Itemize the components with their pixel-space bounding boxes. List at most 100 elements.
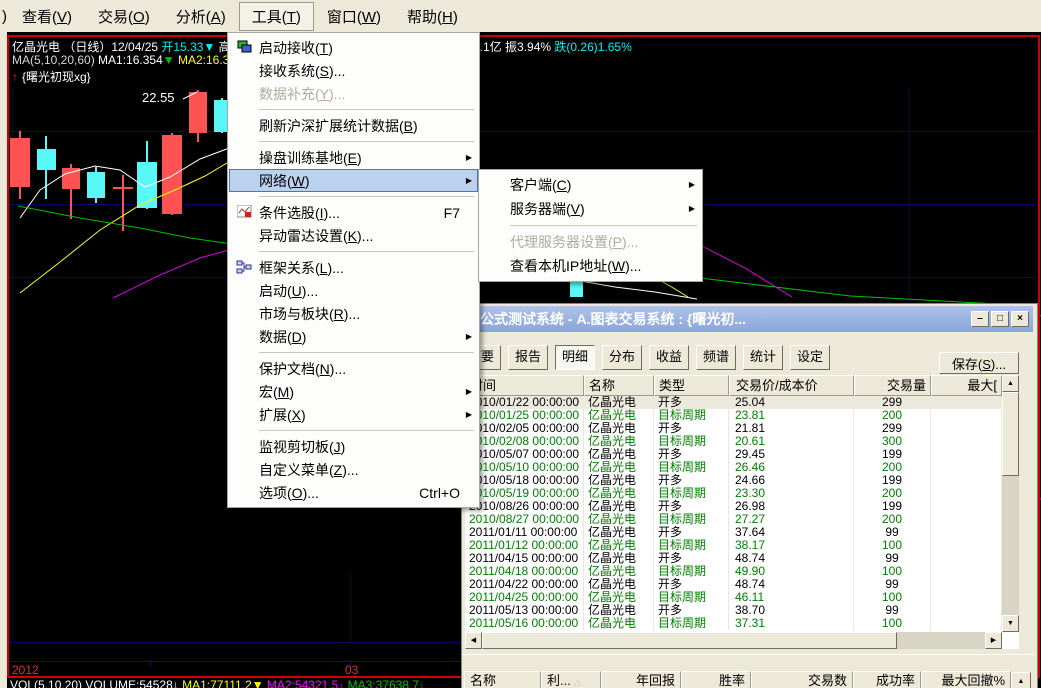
menu-item[interactable]: 保护文档(N)...: [229, 357, 478, 380]
menu-item[interactable]: 查看本机IP地址(W)...: [480, 254, 701, 278]
table-body: 2010/01/22 00:00:00亿晶光电开多25.042992010/01…: [465, 396, 1002, 632]
h-scrollbar-thumb[interactable]: [482, 632, 897, 649]
summary-column-header[interactable]: 最大回撤%: [921, 671, 1011, 688]
tab-报告[interactable]: 报告: [508, 345, 548, 370]
menu-item[interactable]: 接收系统(S)...: [229, 59, 478, 82]
menu-item[interactable]: 监视剪切板(J): [229, 435, 478, 458]
table-row[interactable]: 2011/04/22 00:00:00亿晶光电开多48.7499: [465, 578, 1002, 591]
menu-item[interactable]: 异动雷达设置(K)...: [229, 224, 478, 247]
dialog-titlebar[interactable]: 公式测试系统 - A.图表交易系统 : {曙光初... – □ ×: [464, 306, 1033, 332]
h-scrollbar-track[interactable]: [897, 632, 985, 649]
menu-item[interactable]: 宏(M)▶: [229, 380, 478, 403]
menu-item[interactable]: 客户端(C)▶: [480, 173, 701, 197]
menubar-item-partial[interactable]: ): [0, 4, 9, 29]
table-cell: 37.31: [729, 617, 854, 630]
menu-item[interactable]: 自定义菜单(Z)...: [229, 458, 478, 481]
menu-item[interactable]: 条件选股(I)...F7: [229, 201, 478, 224]
menu-item-label: 自定义菜单(Z)...: [259, 460, 359, 480]
submenu-arrow-icon: ▶: [689, 180, 695, 189]
table-row[interactable]: 2010/05/19 00:00:00亿晶光电目标周期23.30200: [465, 487, 1002, 500]
tab-分布[interactable]: 分布: [602, 345, 642, 370]
table-row[interactable]: 2011/01/11 00:00:00亿晶光电开多37.6499: [465, 526, 1002, 539]
horizontal-scrollbar[interactable]: ◀ ▶: [465, 632, 1002, 649]
table-cell: 26.46: [729, 461, 854, 474]
table-cell: 99: [854, 604, 931, 617]
table-cell: 99: [854, 578, 931, 591]
summary-column-header[interactable]: 年回报: [601, 671, 681, 688]
minimize-button[interactable]: –: [971, 311, 989, 327]
scroll-down-button[interactable]: ▼: [1002, 615, 1019, 632]
menu-item[interactable]: 刷新沪深扩展统计数据(B): [229, 114, 478, 137]
ma-line: [20, 160, 232, 293]
close-button[interactable]: ×: [1011, 311, 1029, 327]
column-header[interactable]: 名称: [584, 375, 654, 396]
tab-明细[interactable]: 明细: [555, 345, 595, 370]
blank-icon: [229, 150, 259, 166]
menu-item[interactable]: 启动接收(T): [229, 36, 478, 59]
menubar-item[interactable]: 窗口(W): [314, 2, 394, 31]
table-cell: 2010/08/27 00:00:00: [465, 513, 584, 526]
blank-icon: [480, 258, 510, 274]
summary-scroll-up-button[interactable]: ▲: [1011, 672, 1031, 688]
table-cell: 100: [854, 565, 931, 578]
table-row[interactable]: 2010/08/27 00:00:00亿晶光电目标周期27.27200: [465, 513, 1002, 526]
table-row[interactable]: 2011/04/15 00:00:00亿晶光电开多48.7499: [465, 552, 1002, 565]
menu-item[interactable]: 操盘训练基地(E)▶: [229, 146, 478, 169]
table-row[interactable]: 2010/05/18 00:00:00亿晶光电开多24.66199: [465, 474, 1002, 487]
scroll-up-button[interactable]: ▲: [1002, 375, 1019, 392]
table-row[interactable]: 2011/01/12 00:00:00亿晶光电目标周期38.17100: [465, 539, 1002, 552]
menubar-item[interactable]: 交易(O): [85, 2, 163, 31]
v-scrollbar-thumb[interactable]: [1002, 392, 1019, 476]
save-button[interactable]: 保存(S)...: [939, 352, 1019, 374]
tab-统计[interactable]: 统计: [743, 345, 783, 370]
menu-item[interactable]: 服务器端(V)▶: [480, 197, 701, 221]
table-row[interactable]: 2010/05/07 00:00:00亿晶光电开多29.45199: [465, 448, 1002, 461]
column-header[interactable]: 交易价/成本价: [729, 375, 854, 396]
summary-column-header[interactable]: 交易数: [751, 671, 853, 688]
table-row[interactable]: 2010/08/26 00:00:00亿晶光电开多26.98199: [465, 500, 1002, 513]
menubar-item[interactable]: 分析(A): [163, 2, 239, 31]
table-row[interactable]: 2010/01/25 00:00:00亿晶光电目标周期23.81200: [465, 409, 1002, 422]
table-row[interactable]: 2011/05/13 00:00:00亿晶光电开多38.7099: [465, 604, 1002, 617]
table-row[interactable]: 2011/04/18 00:00:00亿晶光电目标周期49.90100: [465, 565, 1002, 578]
summary-column-header[interactable]: 胜率: [681, 671, 751, 688]
maximize-button[interactable]: □: [991, 311, 1009, 327]
menubar-item[interactable]: 查看(V): [9, 2, 85, 31]
vertical-scrollbar[interactable]: ▲ ▼: [1002, 375, 1019, 632]
menubar-item[interactable]: 帮助(H): [394, 2, 471, 31]
summary-column-header[interactable]: 名称: [464, 671, 541, 688]
menu-item[interactable]: 选项(O)...Ctrl+O: [229, 481, 478, 504]
scroll-right-button[interactable]: ▶: [985, 632, 1002, 649]
table-row[interactable]: 2011/04/25 00:00:00亿晶光电目标周期46.11100: [465, 591, 1002, 604]
sort-indicator-icon: △: [574, 677, 581, 687]
blank-icon: [229, 462, 259, 478]
tab-频谱[interactable]: 频谱: [696, 345, 736, 370]
frame-icon: [229, 260, 259, 276]
table-row[interactable]: 2010/01/22 00:00:00亿晶光电开多25.04299: [465, 396, 1002, 409]
column-header[interactable]: 类型: [654, 375, 729, 396]
column-header[interactable]: 最大[: [931, 375, 1002, 396]
dialog-title: 公式测试系统 - A.图表交易系统 : {曙光初...: [464, 309, 971, 329]
table-cell: [931, 461, 1002, 474]
menu-item[interactable]: 框架关系(L)...: [229, 256, 478, 279]
table-row[interactable]: 2010/02/05 00:00:00亿晶光电开多21.81299: [465, 422, 1002, 435]
menubar-item[interactable]: 工具(T): [239, 2, 314, 31]
column-header[interactable]: 时间: [465, 375, 584, 396]
table-header: 时间名称类型交易价/成本价交易量最大[: [465, 375, 1002, 396]
column-header[interactable]: 交易量: [854, 375, 931, 396]
menu-item[interactable]: 扩展(X)▶: [229, 403, 478, 426]
scroll-left-button[interactable]: ◀: [465, 632, 482, 649]
menu-item[interactable]: 数据(D)▶: [229, 325, 478, 348]
menu-item[interactable]: 网络(W)▶: [229, 169, 478, 192]
table-row[interactable]: 2011/05/16 00:00:00亿晶光电目标周期37.31100: [465, 617, 1002, 630]
menu-item[interactable]: 启动(U)...: [229, 279, 478, 302]
table-cell: 目标周期: [654, 487, 729, 500]
tab-设定[interactable]: 设定: [790, 345, 830, 370]
summary-column-header[interactable]: 成功率: [853, 671, 921, 688]
table-row[interactable]: 2010/05/10 00:00:00亿晶光电目标周期26.46200: [465, 461, 1002, 474]
summary-column-header[interactable]: 利...△: [541, 671, 601, 688]
tab-收益[interactable]: 收益: [649, 345, 689, 370]
menu-item[interactable]: 市场与板块(R)...: [229, 302, 478, 325]
chart-text-segment: VOL(5,10,20) VOLUME:54528↓: [10, 678, 182, 688]
table-row[interactable]: 2010/02/08 00:00:00亿晶光电目标周期20.61300: [465, 435, 1002, 448]
